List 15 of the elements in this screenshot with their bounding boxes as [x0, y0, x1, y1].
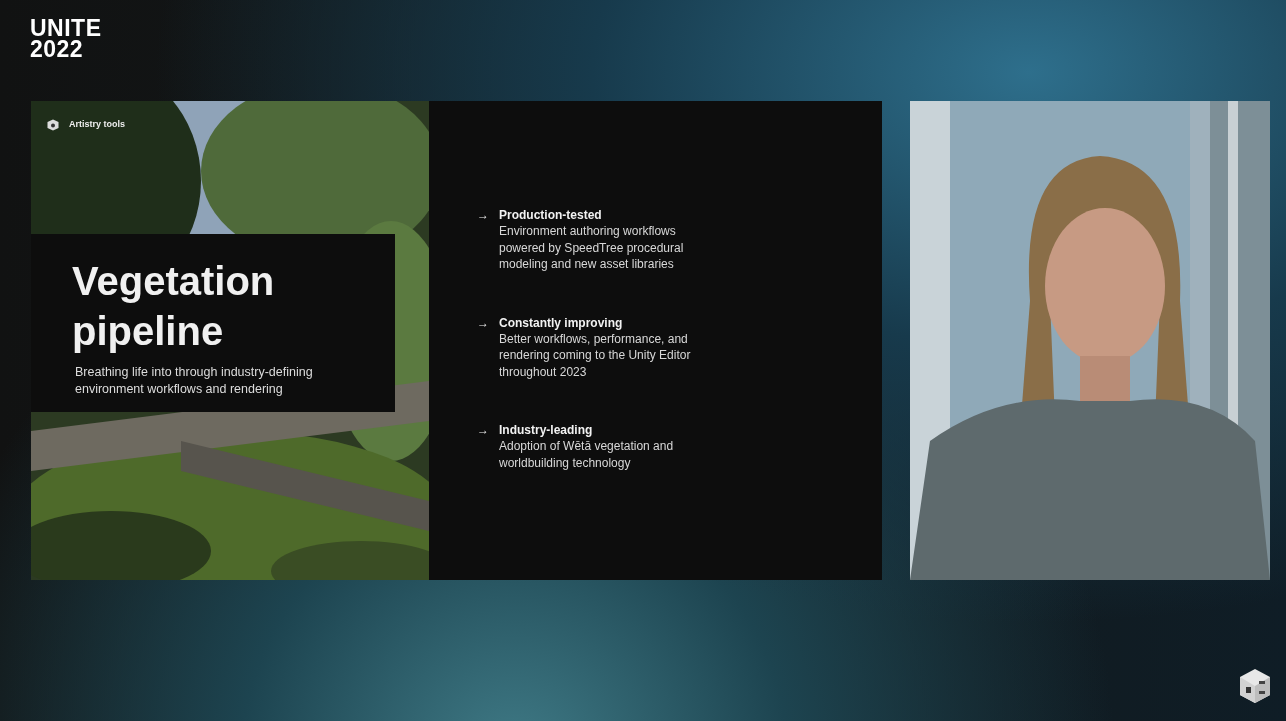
event-logo: UNITE 2022: [30, 18, 103, 60]
slide-title: Vegetation pipeline: [72, 258, 276, 355]
point-heading: Constantly improving: [499, 314, 624, 331]
category-label: Artistry tools: [69, 118, 125, 131]
point-text: Better workflows, performance, and rendering coming to the Unity Editor throughout 2023: [499, 330, 692, 380]
point-heading: Production-tested: [499, 207, 603, 223]
slide-subtitle: Breathing life into through industry-defining environment workflows and rendering: [75, 364, 314, 398]
point-text: Environment authoring workflows powered by SpeedTree procedural modeling and new asset libraries: [499, 223, 685, 273]
arrow-glyph: →: [477, 207, 489, 224]
cube-logo-icon: [1238, 667, 1272, 705]
point-heading: Industry-leading: [499, 422, 594, 438]
arrow-glyph: →: [477, 422, 489, 439]
arrow-glyph: →: [477, 314, 489, 332]
point-text: Adoption of Wētā vegetation and worldbuilding technology: [499, 438, 675, 471]
cube-icon: [47, 118, 59, 131]
